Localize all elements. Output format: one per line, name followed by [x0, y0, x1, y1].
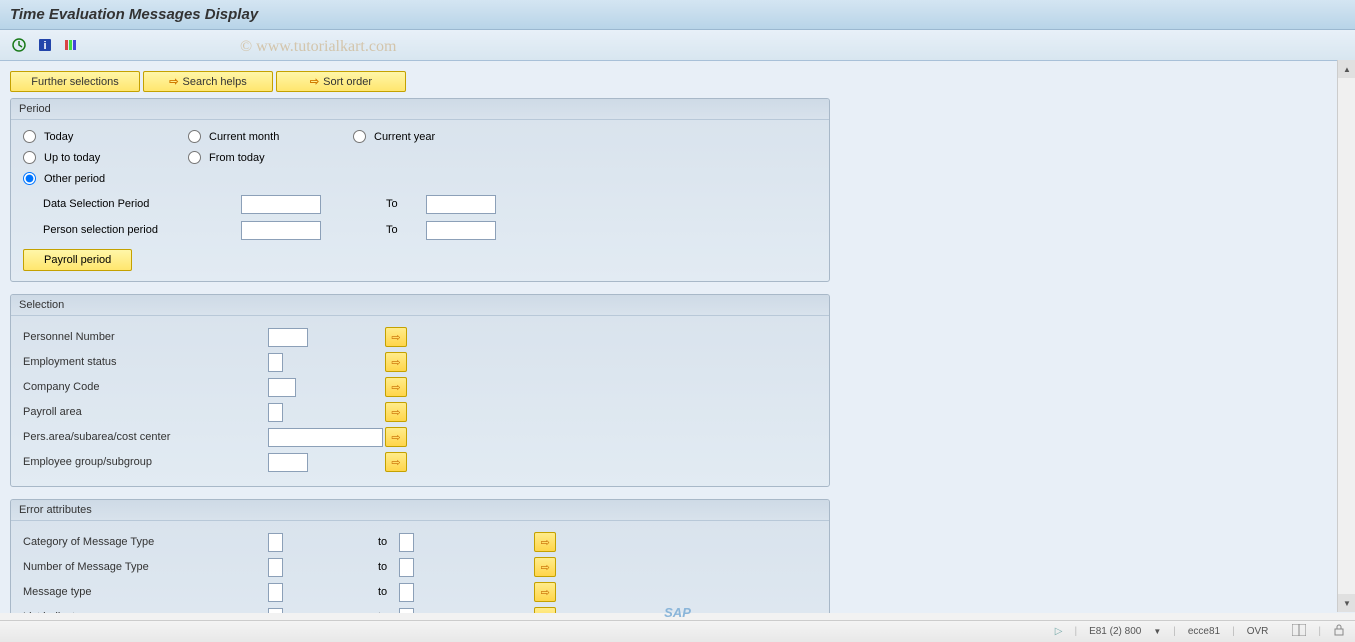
svg-text:i: i	[43, 40, 46, 52]
number-msg-type-to-input[interactable]	[399, 558, 414, 577]
to-label: To	[386, 198, 406, 210]
category-msg-type-to-input[interactable]	[399, 533, 414, 552]
status-triangle-icon: ▷	[1055, 626, 1063, 637]
status-lock-icon[interactable]	[1333, 624, 1345, 639]
personnel-number-multi-button[interactable]: ⇨	[385, 327, 407, 347]
payroll-area-input[interactable]	[268, 403, 283, 422]
number-msg-type-multi-button[interactable]: ⇨	[534, 557, 556, 577]
selection-group: Selection Personnel Number ⇨ Employment …	[10, 294, 830, 487]
company-code-multi-button[interactable]: ⇨	[385, 377, 407, 397]
to-label: To	[386, 224, 406, 236]
message-type-from-input[interactable]	[268, 583, 283, 602]
data-selection-to-input[interactable]	[426, 195, 496, 214]
info-icon[interactable]: i	[36, 36, 54, 54]
person-selection-to-input[interactable]	[426, 221, 496, 240]
message-type-multi-button[interactable]: ⇨	[534, 582, 556, 602]
employee-group-label: Employee group/subgroup	[23, 456, 268, 468]
error-attributes-group: Error attributes Category of Message Typ…	[10, 499, 830, 613]
data-selection-from-input[interactable]	[241, 195, 321, 214]
number-msg-type-from-input[interactable]	[268, 558, 283, 577]
arrow-icon: ⇨	[310, 75, 319, 88]
to-label: to	[378, 536, 387, 548]
employment-status-input[interactable]	[268, 353, 283, 372]
employee-group-multi-button[interactable]: ⇨	[385, 452, 407, 472]
radio-current-month[interactable]: Current month	[188, 130, 353, 143]
person-selection-from-input[interactable]	[241, 221, 321, 240]
pers-area-multi-button[interactable]: ⇨	[385, 427, 407, 447]
category-msg-type-multi-button[interactable]: ⇨	[534, 532, 556, 552]
status-layout-icon[interactable]	[1292, 624, 1306, 639]
company-code-label: Company Code	[23, 381, 268, 393]
sap-logo: SAP	[664, 605, 691, 620]
payroll-area-label: Payroll area	[23, 406, 268, 418]
company-code-input[interactable]	[268, 378, 296, 397]
sort-order-button[interactable]: ⇨ Sort order	[276, 71, 406, 92]
to-label: to	[378, 611, 387, 613]
search-helps-button[interactable]: ⇨ Search helps	[143, 71, 273, 92]
page-title: Time Evaluation Messages Display	[0, 0, 1355, 30]
radio-up-to-today[interactable]: Up to today	[23, 151, 188, 164]
content: Further selections ⇨ Search helps ⇨ Sort…	[0, 61, 1355, 613]
payroll-area-multi-button[interactable]: ⇨	[385, 402, 407, 422]
employment-status-label: Employment status	[23, 356, 268, 368]
scroll-down-icon[interactable]: ▼	[1338, 594, 1355, 612]
radio-today[interactable]: Today	[23, 130, 188, 143]
selection-header: Selection	[11, 295, 829, 316]
category-msg-type-from-input[interactable]	[268, 533, 283, 552]
status-server: ecce81	[1188, 626, 1220, 637]
toolbar: i	[0, 30, 1355, 61]
list-indicator-to-input[interactable]	[399, 608, 414, 614]
list-indicator-from-input[interactable]	[268, 608, 283, 614]
radio-other-period[interactable]: Other period	[23, 172, 188, 185]
arrow-icon: ⇨	[169, 75, 178, 88]
pers-area-input[interactable]	[268, 428, 383, 447]
pers-area-label: Pers.area/subarea/cost center	[23, 431, 268, 443]
personnel-number-label: Personnel Number	[23, 331, 268, 343]
radio-from-today[interactable]: From today	[188, 151, 353, 164]
category-msg-type-label: Category of Message Type	[23, 536, 268, 548]
further-selections-button[interactable]: Further selections	[10, 71, 140, 92]
status-mode: OVR	[1247, 626, 1269, 637]
payroll-period-button[interactable]: Payroll period	[23, 249, 132, 271]
message-type-to-input[interactable]	[399, 583, 414, 602]
message-type-label: Message type	[23, 586, 268, 598]
list-indicator-label: List indicator	[23, 611, 268, 613]
employee-group-input[interactable]	[268, 453, 308, 472]
scroll-up-icon[interactable]: ▲	[1338, 60, 1355, 78]
employment-status-multi-button[interactable]: ⇨	[385, 352, 407, 372]
settings-icon[interactable]	[62, 36, 80, 54]
execute-icon[interactable]	[10, 36, 28, 54]
period-group: Period Today Current month Current year …	[10, 98, 830, 282]
to-label: to	[378, 586, 387, 598]
scrollbar[interactable]: ▲ ▼	[1337, 60, 1355, 612]
to-label: to	[378, 561, 387, 573]
data-selection-label: Data Selection Period	[23, 198, 241, 210]
period-header: Period	[11, 99, 829, 120]
personnel-number-input[interactable]	[268, 328, 308, 347]
radio-current-year[interactable]: Current year	[353, 130, 518, 143]
error-attributes-header: Error attributes	[11, 500, 829, 521]
list-indicator-multi-button[interactable]: ⇨	[534, 607, 556, 613]
status-system[interactable]: E81 (2) 800	[1089, 626, 1141, 637]
number-msg-type-label: Number of Message Type	[23, 561, 268, 573]
person-selection-label: Person selection period	[23, 224, 241, 236]
status-bar: ▷ | E81 (2) 800 ▼ | ecce81 | OVR |	[0, 620, 1355, 642]
